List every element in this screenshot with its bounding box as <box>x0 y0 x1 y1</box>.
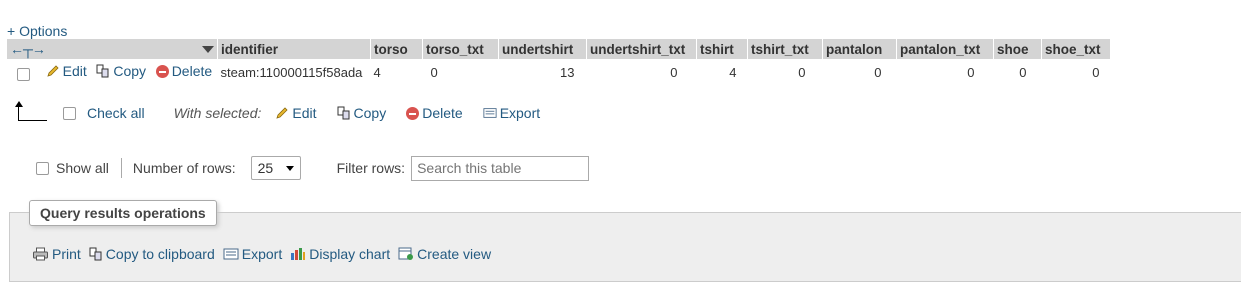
check-all-link[interactable]: Check all <box>87 105 145 121</box>
divider <box>120 158 122 178</box>
row-copy-label: Copy <box>113 62 147 79</box>
table-navigation: Show all Number of rows: 25 Filter rows: <box>36 155 590 181</box>
rows-label: Number of rows: <box>132 160 236 176</box>
show-all-label[interactable]: Show all <box>56 160 109 176</box>
row-edit-label: Edit <box>62 62 87 79</box>
pencil-icon <box>276 107 288 119</box>
sort-dropdown-icon[interactable] <box>202 46 214 53</box>
column-header-torso-txt[interactable]: torso_txt <box>422 39 499 59</box>
column-resize-header[interactable]: ←┬→ <box>7 39 218 59</box>
create-view-link[interactable]: Create view <box>398 246 491 262</box>
row-delete-label: Delete <box>171 63 213 80</box>
bar-chart-icon <box>291 248 306 260</box>
cell-torso-txt[interactable]: 0 <box>423 59 499 85</box>
cell-tshirt-txt[interactable]: 0 <box>748 59 823 85</box>
cell-tshirt[interactable]: 4 <box>697 59 748 85</box>
export-icon <box>483 108 497 118</box>
cell-pantalon-txt[interactable]: 0 <box>897 59 994 85</box>
print-label: Print <box>52 246 81 262</box>
column-header-shoe[interactable]: shoe <box>993 39 1042 59</box>
check-all-checkbox[interactable] <box>63 106 76 120</box>
pencil-icon <box>46 65 59 77</box>
cell-undertshirt-txt[interactable]: 0 <box>587 59 697 85</box>
bulk-export-button[interactable]: Export <box>483 105 540 121</box>
bulk-copy-label: Copy <box>353 105 387 121</box>
export-link[interactable]: Export <box>223 246 282 262</box>
print-link[interactable]: Print <box>32 246 81 262</box>
with-selected-label: With selected: <box>173 105 262 121</box>
column-header-tshirt-txt[interactable]: tshirt_txt <box>747 39 823 59</box>
filter-input[interactable] <box>411 155 590 181</box>
column-header-identifier[interactable]: identifier <box>217 39 371 59</box>
print-icon <box>33 247 48 261</box>
column-arrows-icon[interactable]: ←┬→ <box>10 41 46 57</box>
table-row: Edit Copy Delete steam:110000115f58ada 4… <box>7 59 1111 85</box>
column-header-undertshirt-txt[interactable]: undertshirt_txt <box>586 39 697 59</box>
cell-identifier[interactable]: steam:110000115f58ada <box>218 59 371 85</box>
cell-shoe-txt[interactable]: 0 <box>1042 59 1111 85</box>
display-chart-label: Display chart <box>309 246 391 262</box>
delete-icon <box>406 106 420 120</box>
copy-to-clipboard-label: Copy to clipboard <box>105 246 215 262</box>
display-chart-link[interactable]: Display chart <box>290 246 390 262</box>
chevron-down-icon <box>285 165 294 171</box>
bulk-edit-label: Edit <box>292 105 317 121</box>
results-table: ←┬→ identifier torso torso_txt undertshi… <box>7 39 1111 85</box>
row-actions: Edit Copy Delete <box>7 59 218 85</box>
query-operations-links: Print Copy to clipboard Export Display c… <box>32 246 499 262</box>
column-header-shoe-txt[interactable]: shoe_txt <box>1041 39 1111 59</box>
row-delete-button[interactable]: Delete <box>155 63 213 80</box>
row-checkbox[interactable] <box>17 68 30 82</box>
copy-icon <box>96 64 109 78</box>
bulk-delete-label: Delete <box>422 105 463 121</box>
column-header-pantalon-txt[interactable]: pantalon_txt <box>896 39 994 59</box>
rows-select-value: 25 <box>257 160 274 176</box>
column-header-torso[interactable]: torso <box>370 39 423 59</box>
filter-label: Filter rows: <box>336 160 406 176</box>
export-label: Export <box>241 246 283 262</box>
cell-shoe[interactable]: 0 <box>994 59 1042 85</box>
column-header-undertshirt[interactable]: undertshirt <box>498 39 587 59</box>
column-header-pantalon[interactable]: pantalon <box>822 39 897 59</box>
create-view-icon <box>398 247 414 260</box>
create-view-label: Create view <box>417 246 492 262</box>
arrow-up-left-icon <box>15 100 47 121</box>
bulk-delete-button[interactable]: Delete <box>406 105 463 121</box>
row-copy-button[interactable]: Copy <box>96 63 146 79</box>
delete-icon <box>155 64 169 78</box>
show-all-checkbox[interactable] <box>36 161 49 175</box>
table-header-row: ←┬→ identifier torso torso_txt undertshi… <box>7 39 1111 59</box>
column-header-tshirt[interactable]: tshirt <box>696 39 748 59</box>
copy-icon <box>89 247 102 261</box>
copy-icon <box>337 106 350 120</box>
copy-to-clipboard-link[interactable]: Copy to clipboard <box>89 246 215 262</box>
bulk-copy-button[interactable]: Copy <box>337 105 387 121</box>
query-operations-legend: Query results operations <box>29 200 217 226</box>
rows-select[interactable]: 25 <box>250 156 301 180</box>
bulk-export-label: Export <box>499 105 541 121</box>
cell-undertshirt[interactable]: 13 <box>499 59 587 85</box>
cell-torso[interactable]: 4 <box>371 59 423 85</box>
cell-pantalon[interactable]: 0 <box>823 59 897 85</box>
bulk-edit-button[interactable]: Edit <box>275 105 317 121</box>
row-edit-button[interactable]: Edit <box>46 63 87 79</box>
export-icon <box>223 248 239 260</box>
bulk-actions-bar: Check all With selected: Edit Copy Delet… <box>15 100 540 123</box>
options-link[interactable]: + Options <box>7 23 67 39</box>
